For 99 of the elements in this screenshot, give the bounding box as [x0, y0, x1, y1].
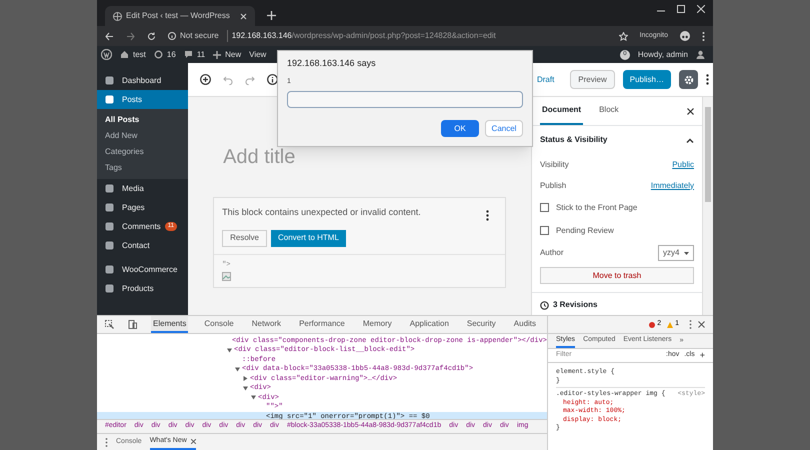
revisions-link[interactable]: 3 Revisions [540, 299, 598, 311]
dropdown-caret-icon [684, 252, 689, 254]
submenu-item[interactable]: Add New [97, 128, 188, 144]
devtools-tab[interactable]: Security [464, 316, 498, 333]
plus-icon[interactable] [267, 11, 276, 20]
sidebar-item[interactable]: WooCommerce [97, 260, 188, 279]
submenu-item[interactable]: Tags [97, 160, 188, 176]
convert-button[interactable]: Convert to HTML [271, 230, 346, 246]
field-label: Visibility [540, 158, 569, 170]
panel-tab[interactable]: Document [540, 97, 584, 125]
comments-link[interactable]: 11 [184, 48, 206, 60]
wordpress-logo-icon[interactable] [101, 49, 112, 60]
add-block-icon[interactable] [200, 74, 212, 85]
plus-icon [213, 50, 222, 58]
panel-tab[interactable]: Block [597, 97, 621, 125]
not-secure-label: Not secure [180, 30, 219, 42]
warning-message: This block contains unexpected or invalid content. [222, 206, 421, 219]
speech-bubble-icon [184, 50, 193, 59]
more-vertical-icon[interactable] [706, 74, 709, 85]
devtools-tab[interactable]: Console [202, 316, 236, 333]
publish-button[interactable]: Publish… [622, 70, 671, 89]
address-bar[interactable]: Not secure 192.168.163.146/wordpress/wp-admin/post.php?post=124828&action=edit [168, 28, 607, 44]
settings-icon [684, 74, 694, 84]
checkbox[interactable] [540, 203, 549, 212]
forward-arrow-icon[interactable] [126, 32, 135, 40]
field-link[interactable]: Immediately [650, 180, 694, 192]
updates-link[interactable]: 16 [154, 48, 176, 60]
new-link[interactable]: New [213, 48, 242, 60]
inspect-icon[interactable] [105, 320, 114, 329]
user-avatar-icon [696, 50, 705, 59]
tab-title: Edit Post ‹ test — WordPress [126, 10, 231, 22]
triangle-down-icon [227, 348, 232, 353]
move-to-trash-button[interactable]: Move to trash [540, 267, 694, 284]
chevron-up-icon [686, 138, 694, 142]
cancel-button[interactable]: Cancel [485, 120, 523, 137]
checkbox[interactable] [540, 226, 549, 235]
square-icon [105, 184, 114, 193]
author-select[interactable]: yzy4 [658, 245, 694, 261]
error-icon [649, 322, 656, 328]
field-link[interactable]: Public [672, 158, 694, 170]
checkbox-label: Pending Review [556, 224, 614, 236]
url-text: 192.168.163.146/wordpress/wp-admin/post.php?post=124828&action=edit [226, 30, 496, 42]
square-icon [105, 222, 114, 231]
prompt-input-field[interactable] [287, 91, 523, 108]
star-icon[interactable] [618, 32, 628, 40]
home-icon [120, 50, 129, 59]
sidebar-item[interactable]: Pages [97, 198, 188, 217]
square-icon [105, 203, 114, 212]
howdy-link[interactable]: Howdy, admin [638, 48, 688, 60]
submenu-item[interactable]: All Posts [97, 112, 188, 128]
square-icon [105, 241, 114, 250]
sidebar-item[interactable]: Products [97, 279, 188, 298]
devtools-tab[interactable]: Elements [151, 316, 188, 333]
reload-icon[interactable] [147, 32, 156, 40]
browser-tab[interactable]: Edit Post ‹ test — WordPress [105, 6, 255, 26]
resolve-button[interactable]: Resolve [222, 230, 267, 246]
square-icon [105, 76, 114, 85]
sidebar-item[interactable]: Dashboard [97, 71, 188, 90]
broken-image-icon [222, 272, 232, 281]
info-icon [168, 32, 176, 40]
sidebar-item[interactable]: Contact [97, 236, 188, 255]
triangle-right-icon [243, 376, 248, 382]
back-arrow-icon[interactable] [105, 32, 114, 40]
triangle-down-icon [235, 366, 240, 372]
more-vertical-icon[interactable] [486, 210, 489, 221]
square-icon [105, 95, 114, 104]
history-icon [540, 300, 549, 310]
close-icon [190, 438, 196, 444]
maximize-icon[interactable] [677, 5, 685, 13]
more-icon[interactable] [702, 32, 705, 40]
sidebar-item[interactable]: Posts [97, 90, 188, 109]
draft-link[interactable]: Draft [536, 74, 554, 86]
preview-button[interactable]: Preview [570, 70, 615, 89]
field-label: Publish [540, 180, 566, 192]
ok-button[interactable]: OK [441, 120, 479, 137]
close-icon[interactable] [698, 321, 705, 328]
devtools-tab[interactable]: Network [250, 316, 284, 333]
submenu-item[interactable]: Categories [97, 144, 188, 160]
close-icon[interactable] [687, 108, 694, 115]
devtools-tab[interactable]: Application [408, 316, 451, 333]
devtools-tab[interactable]: Memory [360, 316, 394, 333]
sidebar-item[interactable]: Media [97, 179, 188, 198]
field-label: Author [540, 247, 564, 259]
square-icon [105, 265, 114, 274]
checkbox-label: Stick to the Front Page [556, 202, 638, 214]
devtools-tab[interactable]: Performance [297, 316, 347, 333]
globe-icon [113, 12, 122, 20]
device-toolbar-icon[interactable] [128, 320, 137, 329]
incognito-icon [680, 31, 690, 41]
info-icon[interactable] [267, 74, 278, 85]
scrollbar-thumb[interactable] [705, 107, 711, 202]
square-icon [105, 284, 114, 293]
dialog-title: 192.168.163.146 says [287, 57, 377, 70]
settings-button[interactable] [679, 70, 698, 89]
warning-icon [667, 322, 674, 328]
add-rule-button[interactable]: + [700, 351, 705, 360]
devtools-tab[interactable]: Audits [512, 316, 538, 333]
site-link[interactable]: test [120, 48, 146, 60]
view-link[interactable]: View [249, 48, 266, 60]
